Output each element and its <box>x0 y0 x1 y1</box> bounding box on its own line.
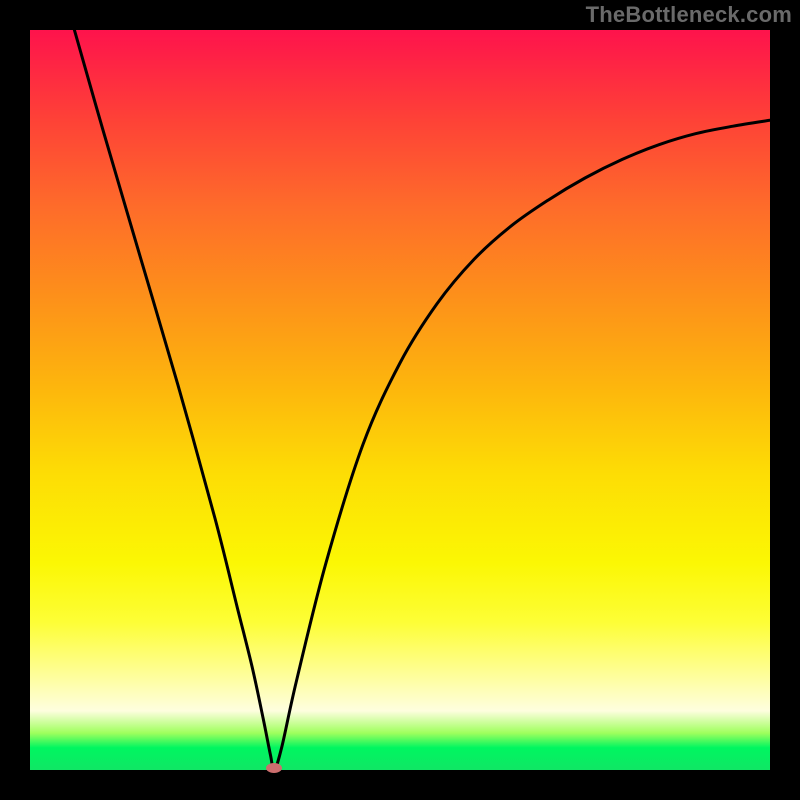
curve-path <box>74 30 770 770</box>
watermark-text: TheBottleneck.com <box>586 2 792 28</box>
chart-container: TheBottleneck.com <box>0 0 800 800</box>
minimum-marker <box>266 763 282 773</box>
curve-svg <box>30 30 770 770</box>
plot-area <box>30 30 770 770</box>
